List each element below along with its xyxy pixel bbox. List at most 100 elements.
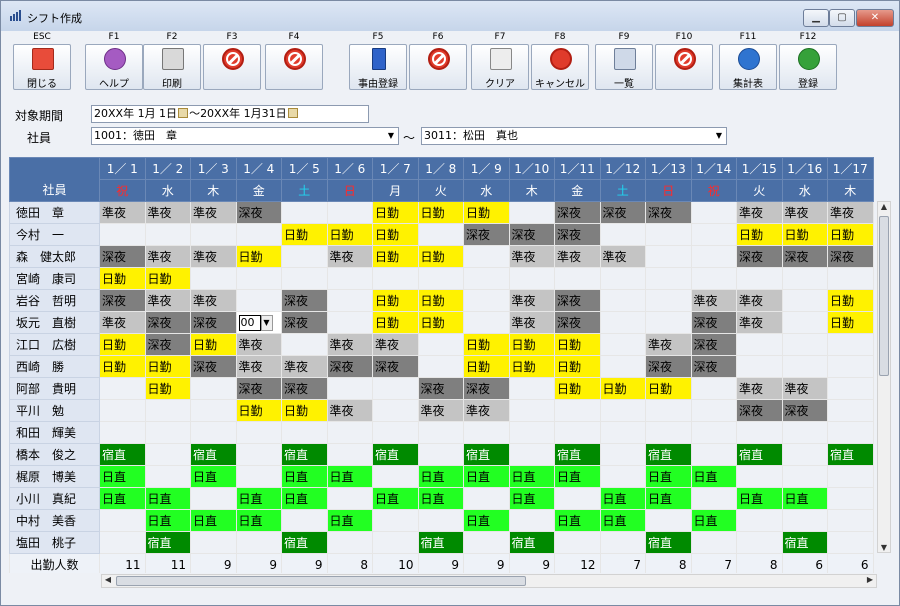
shift-cell[interactable] <box>326 311 373 334</box>
employee-name[interactable]: 中村 美香 <box>9 509 100 532</box>
employee-name[interactable]: 森 健太郎 <box>9 245 100 268</box>
shift-cell[interactable] <box>508 399 555 422</box>
shift-cell[interactable]: 深夜 <box>281 289 328 312</box>
shift-cell[interactable]: 準夜 <box>190 289 237 312</box>
toolbar-button-f5[interactable]: F5 事由登録 <box>345 31 411 93</box>
shift-cell[interactable] <box>417 223 464 246</box>
shift-cell[interactable] <box>190 421 237 444</box>
shift-cell[interactable]: 日直 <box>235 509 282 532</box>
shift-cell[interactable]: 日勤 <box>417 201 464 224</box>
employee-name[interactable]: 塩田 桃子 <box>9 531 100 554</box>
shift-cell[interactable]: 日直 <box>736 487 783 510</box>
employee-name[interactable]: 平川 勉 <box>9 399 100 422</box>
shift-cell[interactable]: 深夜 <box>645 201 692 224</box>
shift-cell[interactable] <box>372 509 419 532</box>
employee-name[interactable]: 梶原 博美 <box>9 465 100 488</box>
shift-cell[interactable] <box>235 289 282 312</box>
toolbar-button-f7[interactable]: F7 クリア <box>467 31 533 93</box>
shift-cell[interactable]: 宿直 <box>736 443 783 466</box>
shift-cell[interactable] <box>690 267 737 290</box>
shift-cell[interactable] <box>235 443 282 466</box>
shift-cell[interactable]: 日勤 <box>372 311 419 334</box>
shift-cell[interactable]: 日勤 <box>463 201 510 224</box>
shift-cell[interactable] <box>144 223 191 246</box>
shift-cell[interactable] <box>144 443 191 466</box>
shift-cell[interactable] <box>690 487 737 510</box>
shift-cell[interactable]: 日勤 <box>417 245 464 268</box>
toolbar-button-face[interactable]: 事由登録 <box>349 44 407 90</box>
shift-cell[interactable]: 深夜 <box>144 311 191 334</box>
employee-name[interactable]: 江口 広樹 <box>9 333 100 356</box>
shift-cell[interactable]: 準夜 <box>463 399 510 422</box>
employee-name[interactable]: 小川 真紀 <box>9 487 100 510</box>
employee-from-select[interactable]: 1001：徳田 章 ▼ <box>91 127 399 145</box>
shift-cell[interactable] <box>554 399 601 422</box>
shift-cell[interactable]: 深夜 <box>690 333 737 356</box>
employee-name[interactable]: 阿部 貴明 <box>9 377 100 400</box>
shift-cell[interactable] <box>508 509 555 532</box>
calendar-icon[interactable] <box>287 108 298 118</box>
shift-cell[interactable] <box>417 267 464 290</box>
shift-cell[interactable] <box>463 311 510 334</box>
shift-cell[interactable]: 深夜 <box>144 333 191 356</box>
shift-cell[interactable] <box>599 267 646 290</box>
period-to-value[interactable]: 20XX年 1月31日 <box>200 107 287 120</box>
shift-cell[interactable]: 日勤 <box>190 333 237 356</box>
shift-cell[interactable]: 日直 <box>554 509 601 532</box>
shift-cell[interactable]: 準夜 <box>736 201 783 224</box>
shift-cell[interactable] <box>281 267 328 290</box>
shift-cell[interactable] <box>599 311 646 334</box>
calendar-icon[interactable] <box>178 108 189 118</box>
shift-cell[interactable]: 日勤 <box>417 289 464 312</box>
shift-cell[interactable]: 準夜 <box>372 333 419 356</box>
shift-cell[interactable] <box>144 399 191 422</box>
shift-cell[interactable] <box>645 421 692 444</box>
shift-cell[interactable] <box>599 421 646 444</box>
shift-cell[interactable]: 日勤 <box>736 223 783 246</box>
employee-name[interactable]: 宮崎 康司 <box>9 267 100 290</box>
shift-cell[interactable] <box>144 421 191 444</box>
shift-cell[interactable] <box>827 421 874 444</box>
shift-cell[interactable] <box>281 245 328 268</box>
shift-cell[interactable] <box>781 355 828 378</box>
shift-cell[interactable] <box>281 421 328 444</box>
shift-cell[interactable] <box>736 509 783 532</box>
shift-cell[interactable] <box>827 465 874 488</box>
shift-cell[interactable]: 宿直 <box>99 443 146 466</box>
shift-cell[interactable]: 宿直 <box>281 443 328 466</box>
maximize-button[interactable]: ▢ <box>829 9 855 27</box>
shift-cell[interactable] <box>372 531 419 554</box>
shift-cell[interactable] <box>690 421 737 444</box>
shift-cell[interactable] <box>827 509 874 532</box>
chevron-down-icon[interactable]: ▼ <box>260 314 273 331</box>
shift-cell[interactable] <box>781 333 828 356</box>
minimize-button[interactable]: ▁ <box>803 9 829 27</box>
toolbar-button-esc[interactable]: ESC 閉じる <box>9 31 75 93</box>
toolbar-button-face[interactable] <box>203 44 261 90</box>
shift-cell[interactable] <box>554 421 601 444</box>
shift-cell[interactable] <box>463 289 510 312</box>
shift-cell[interactable]: 日直 <box>690 509 737 532</box>
shift-cell[interactable] <box>281 333 328 356</box>
shift-cell[interactable]: 準夜 <box>144 289 191 312</box>
shift-cell[interactable]: 日直 <box>599 487 646 510</box>
shift-cell[interactable]: 深夜 <box>417 377 464 400</box>
toolbar-button-f6[interactable]: F6 <box>405 31 471 93</box>
shift-cell[interactable] <box>463 245 510 268</box>
shift-cell[interactable]: 日直 <box>554 465 601 488</box>
shift-cell[interactable] <box>417 509 464 532</box>
shift-cell[interactable] <box>417 421 464 444</box>
vertical-scrollbar[interactable]: ▲ ▼ <box>877 201 891 553</box>
employee-name[interactable]: 岩谷 哲明 <box>9 289 100 312</box>
shift-cell[interactable]: 深夜 <box>372 355 419 378</box>
toolbar-button-face[interactable]: 登録 <box>779 44 837 90</box>
toolbar-button-face[interactable] <box>409 44 467 90</box>
vertical-scroll-thumb[interactable] <box>879 216 889 376</box>
shift-cell[interactable]: 日勤 <box>508 355 555 378</box>
shift-cell[interactable]: 深夜 <box>235 377 282 400</box>
shift-cell[interactable] <box>463 267 510 290</box>
shift-cell[interactable]: 準夜 <box>781 201 828 224</box>
shift-cell[interactable] <box>599 399 646 422</box>
shift-cell[interactable] <box>326 443 373 466</box>
shift-cell[interactable]: 深夜 <box>190 311 237 334</box>
